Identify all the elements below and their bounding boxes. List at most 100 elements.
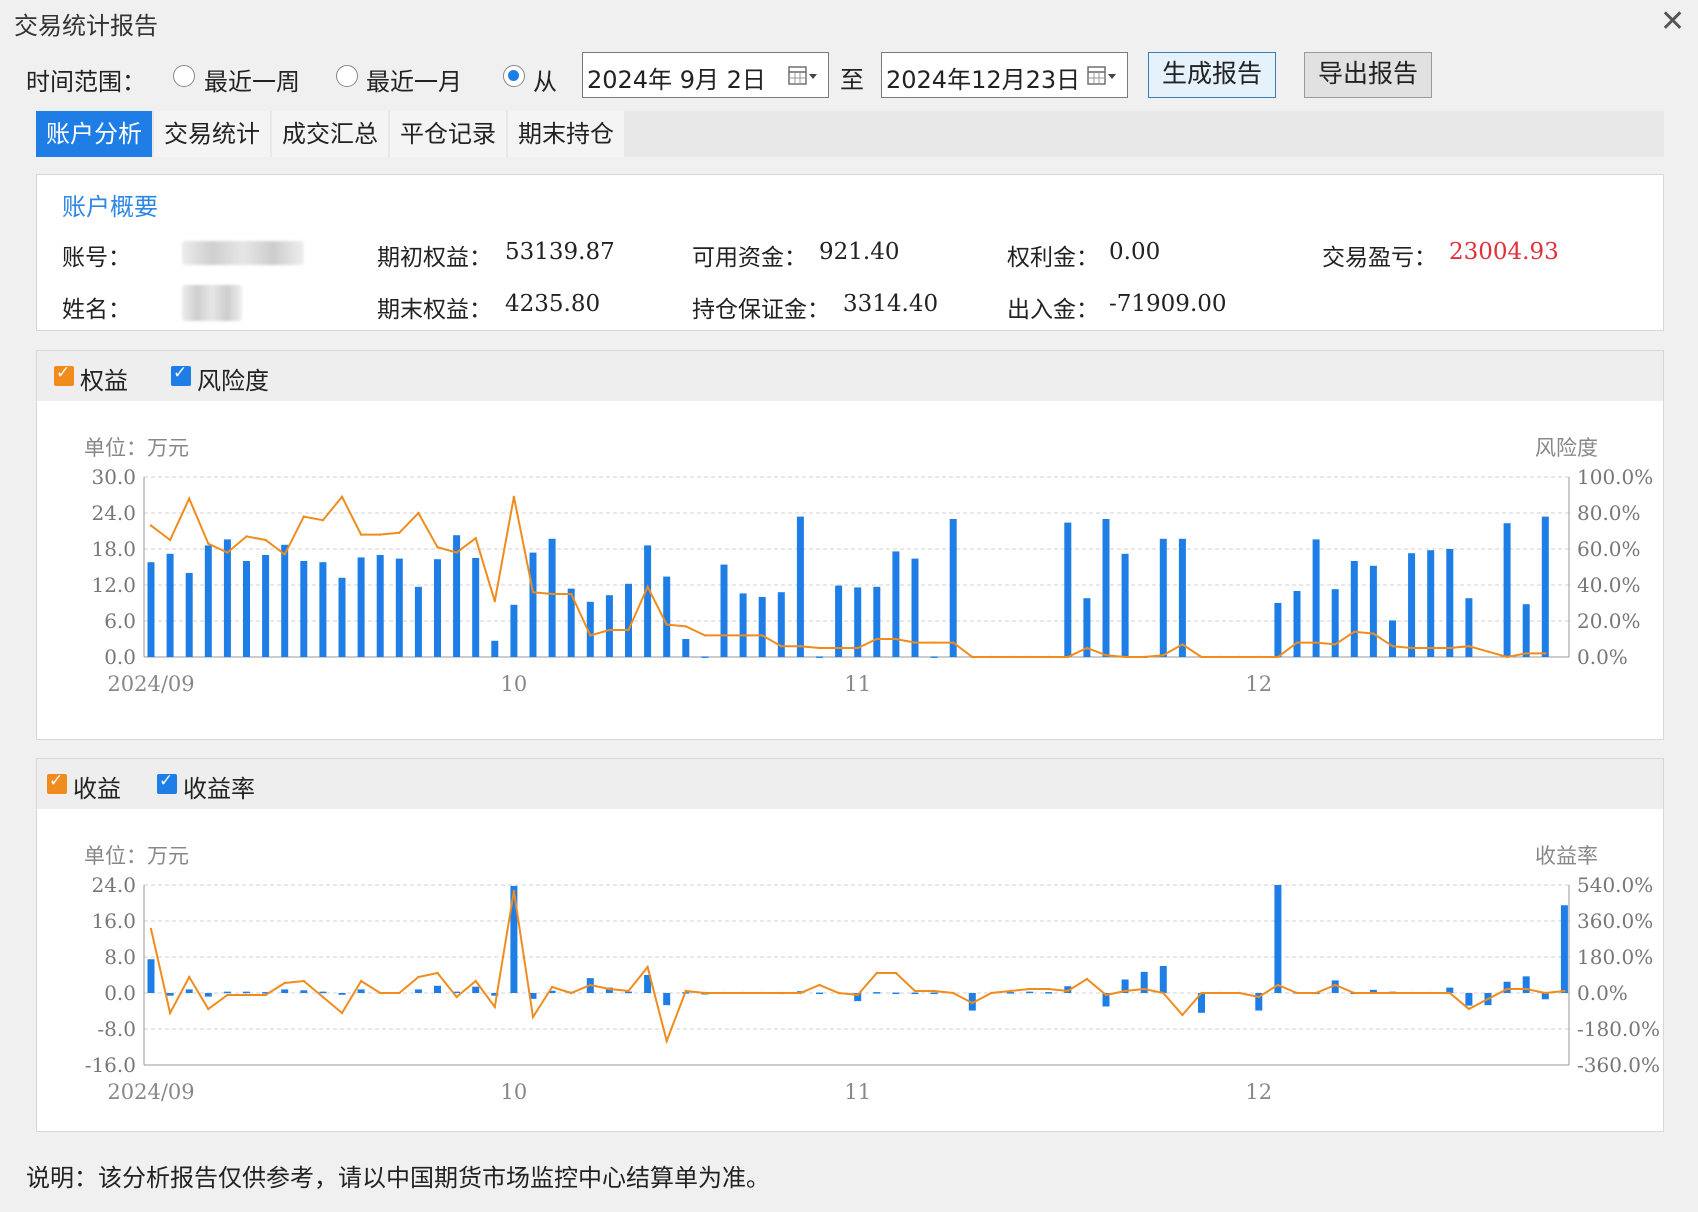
line-point — [799, 991, 802, 995]
export-report-button[interactable]: 导出报告 — [1304, 52, 1432, 98]
line-point — [646, 965, 649, 969]
line-point — [1314, 641, 1318, 644]
line-point — [1162, 991, 1165, 995]
bar — [300, 990, 308, 993]
to-date-value[interactable]: 2024年12月23日 — [886, 60, 1080, 95]
bar — [510, 604, 518, 657]
equity-legend-label[interactable]: 权益 — [80, 361, 128, 396]
bar — [376, 555, 384, 657]
equity-checkbox[interactable] — [54, 363, 74, 386]
bar — [873, 992, 881, 994]
tab-end-positions[interactable]: 期末持仓 — [508, 111, 624, 157]
bar — [1465, 993, 1473, 1006]
line-point — [1486, 650, 1490, 653]
line-point — [1200, 655, 1203, 659]
bar — [319, 562, 327, 657]
profit-checkbox[interactable] — [47, 771, 67, 794]
bar — [796, 516, 804, 657]
bar — [1389, 620, 1396, 657]
y-tick-label: 0.0 — [104, 645, 136, 669]
y2-tick-label: 360.0% — [1577, 909, 1653, 933]
bar — [1045, 992, 1053, 994]
radio-custom-range[interactable] — [503, 65, 525, 87]
line-point — [608, 987, 611, 991]
line-point — [1066, 655, 1070, 659]
line-point — [340, 495, 344, 498]
risk-checkbox[interactable] — [171, 363, 191, 386]
bar — [243, 561, 250, 657]
tab-deal-summary[interactable]: 成交汇总 — [272, 111, 388, 157]
x-tick-label: 12 — [1245, 672, 1272, 696]
bar — [1522, 604, 1530, 657]
line-point — [1410, 646, 1413, 650]
radio-last-week-label[interactable]: 最近一周 — [204, 62, 300, 97]
series-line — [150, 890, 1565, 1045]
calendar-dropdown-icon[interactable] — [1087, 65, 1117, 87]
bar — [1350, 561, 1358, 657]
profit-rate-checkbox[interactable] — [157, 771, 177, 794]
line-point — [245, 535, 248, 538]
line-point — [913, 641, 917, 644]
line-point — [1467, 1007, 1471, 1011]
account-label: 账号： — [62, 245, 131, 271]
line-point — [589, 983, 592, 987]
generate-report-button[interactable]: 生成报告 — [1148, 52, 1276, 98]
inout-label: 出入金： — [1007, 297, 1099, 323]
line-point — [1181, 643, 1184, 646]
bar — [147, 562, 155, 657]
line-point — [741, 634, 745, 637]
bar — [816, 656, 823, 658]
profit-rate-panel: 收益 收益率 单位：万元 收益率 24.0 540.0% 16.0 360.0% 8.0 18… — [36, 758, 1664, 1132]
tab-account-analysis[interactable]: 账户分析 — [36, 111, 152, 157]
bar — [357, 557, 365, 657]
profit-legend-label[interactable]: 收益 — [73, 769, 121, 804]
to-date-picker[interactable]: 2024年12月23日 — [881, 52, 1128, 98]
line-point — [550, 985, 554, 989]
equity-risk-legend-bar: 权益 风险度 — [37, 351, 1663, 401]
tab-close-records[interactable]: 平仓记录 — [390, 111, 506, 157]
line-point — [1257, 655, 1261, 659]
from-date-picker[interactable]: 2024年 9月 2日 — [582, 52, 829, 98]
line-point — [1391, 645, 1394, 648]
radio-last-month-label[interactable]: 最近一月 — [366, 62, 462, 97]
line-point — [1295, 991, 1299, 995]
y-tick-label: 24.0 — [91, 873, 136, 897]
line-point — [207, 1007, 210, 1011]
final-equity-label: 期末权益： — [377, 297, 492, 323]
line-point — [168, 1011, 172, 1015]
radio-last-week[interactable] — [173, 65, 195, 87]
radio-custom-range-label[interactable]: 从 — [533, 62, 557, 97]
line-point — [856, 993, 859, 997]
y-tick-label: -16.0 — [85, 1053, 136, 1077]
bar — [223, 539, 231, 657]
line-point — [1028, 655, 1031, 659]
bar — [166, 553, 174, 657]
line-point — [1410, 991, 1413, 995]
bar — [625, 583, 632, 657]
equity-risk-chart: 单位：万元 风险度30.0 100.0%24.0 80.0%18.0 60.0%12.0… — [84, 436, 1653, 696]
line-point — [436, 971, 439, 975]
line-point — [283, 981, 286, 985]
x-tick-label: 10 — [501, 672, 528, 696]
title-bar: 交易统计报告 ✕ — [0, 0, 1698, 46]
line-point — [321, 519, 325, 522]
risk-legend-label[interactable]: 风险度 — [197, 361, 269, 396]
radio-last-month[interactable] — [336, 65, 358, 87]
y-tick-label: 16.0 — [91, 909, 136, 933]
line-point — [971, 1001, 974, 1005]
line-point — [264, 993, 267, 997]
close-icon[interactable]: ✕ — [1660, 4, 1685, 39]
y2-tick-label: 60.0% — [1577, 537, 1641, 561]
line-point — [226, 551, 229, 554]
line-point — [455, 551, 458, 554]
line-point — [646, 585, 649, 588]
line-point — [149, 927, 153, 931]
line-point — [1200, 991, 1203, 995]
line-point — [1219, 991, 1222, 995]
from-date-value[interactable]: 2024年 9月 2日 — [587, 60, 766, 95]
bar — [1159, 538, 1167, 657]
profit-rate-legend-label[interactable]: 收益率 — [183, 769, 255, 804]
line-point — [1238, 655, 1241, 659]
calendar-dropdown-icon[interactable] — [788, 65, 818, 87]
tab-trade-statistics[interactable]: 交易统计 — [154, 111, 270, 157]
